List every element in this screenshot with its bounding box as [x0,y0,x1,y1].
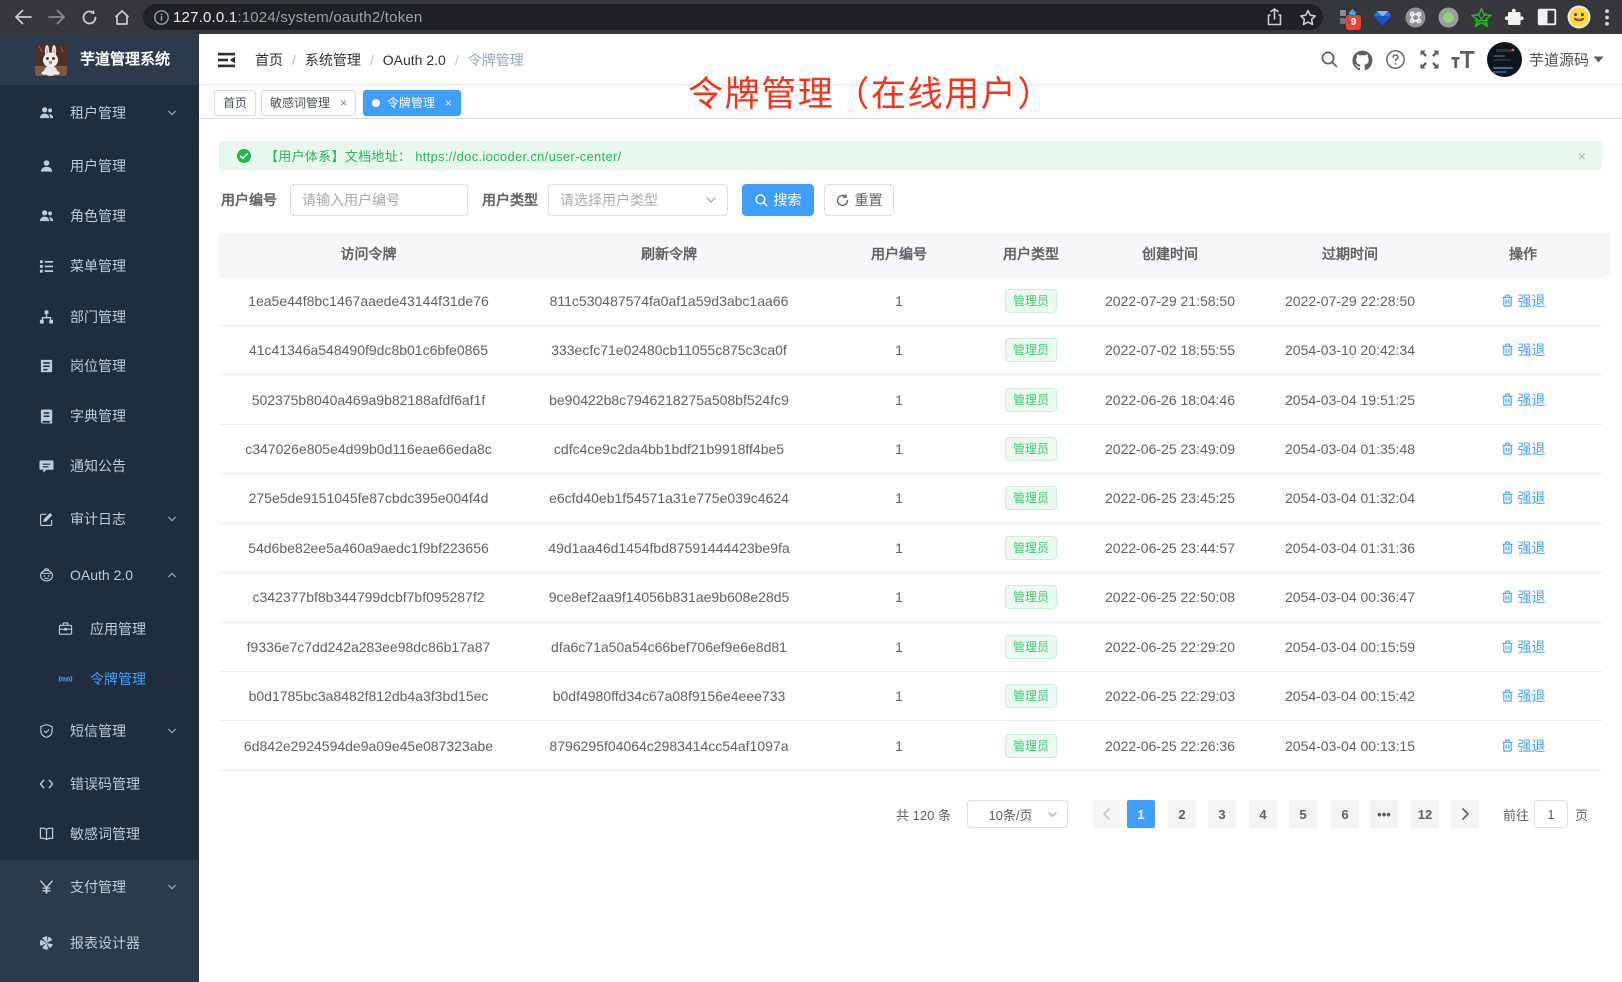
svg-text:M: M [63,676,68,683]
